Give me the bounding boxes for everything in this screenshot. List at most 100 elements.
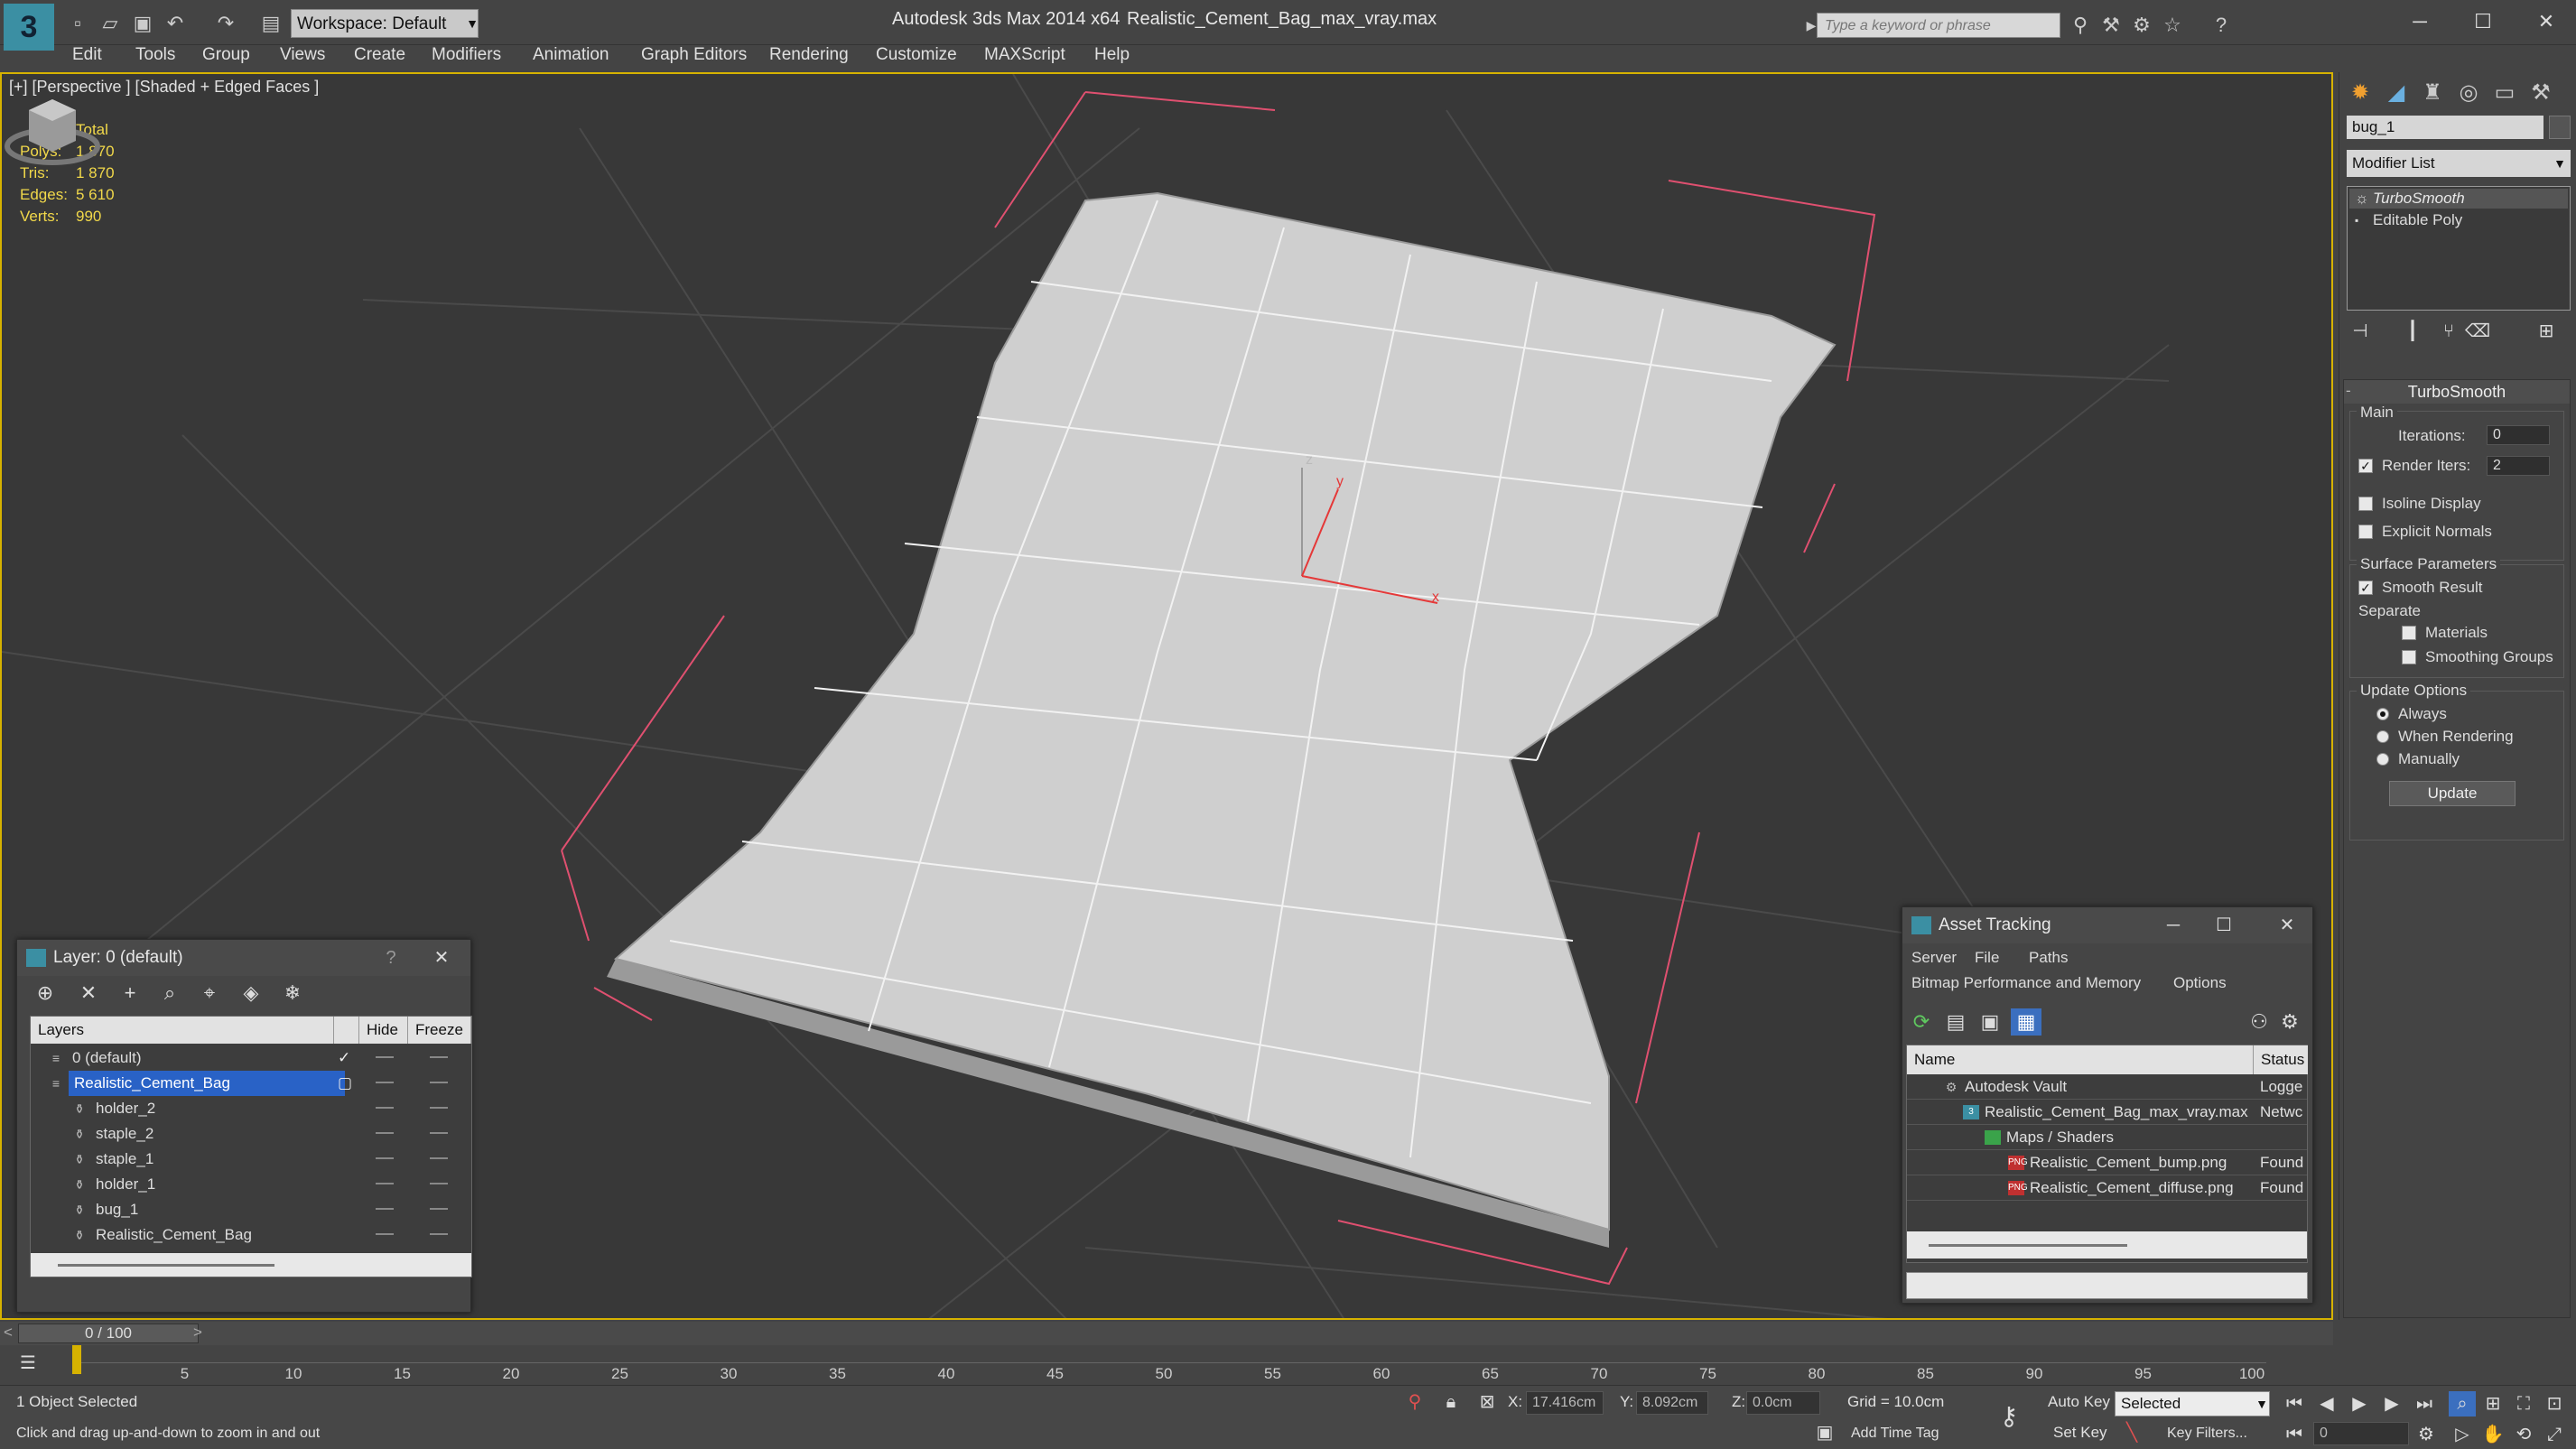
column-header-status[interactable]: Status — [2254, 1045, 2308, 1074]
layer-panel-titlebar[interactable]: Layer: 0 (default) ? ✕ — [17, 940, 470, 976]
isoline-display-checkbox[interactable] — [2358, 497, 2373, 511]
menu-graph-editors[interactable]: Graph Editors — [641, 45, 747, 65]
hide-toggle[interactable] — [376, 1082, 394, 1083]
favorites-star-icon[interactable]: ☆ — [2160, 13, 2185, 38]
play-icon[interactable]: ▶ — [2346, 1391, 2373, 1416]
scrollbar-thumb[interactable] — [1929, 1244, 2127, 1247]
update-button[interactable]: Update — [2389, 781, 2516, 806]
auto-key-button[interactable]: Auto Key — [2048, 1393, 2110, 1411]
close-icon[interactable]: ✕ — [2269, 913, 2305, 938]
zoom-extents-all-icon[interactable]: ⊡ — [2541, 1391, 2568, 1416]
select-objects-icon[interactable]: ⌕ — [154, 980, 185, 1007]
y-coordinate-field[interactable]: 8.092cm — [1636, 1391, 1708, 1415]
next-frame-icon[interactable]: ▶ — [2378, 1391, 2405, 1416]
x-coordinate-field[interactable]: 17.416cm — [1526, 1391, 1604, 1415]
freeze-toggle[interactable] — [430, 1082, 448, 1083]
menu-edit[interactable]: Edit — [72, 45, 102, 65]
previous-frame-icon[interactable]: ◀ — [2313, 1391, 2340, 1416]
update-when-rendering-radio[interactable] — [2376, 730, 2389, 743]
freeze-toggle[interactable] — [430, 1132, 448, 1134]
undo-icon[interactable]: ↶ — [163, 11, 188, 36]
menu-animation[interactable]: Animation — [533, 45, 609, 65]
key-mode-toggle-icon[interactable]: ⏮ — [2281, 1422, 2308, 1447]
current-layer-check-icon[interactable]: ✓ — [338, 1045, 350, 1071]
utilities-tab-icon[interactable]: ⚒ — [2524, 78, 2558, 108]
hide-toggle[interactable] — [376, 1233, 394, 1235]
asset-path-field[interactable] — [1906, 1272, 2308, 1299]
orbit-icon[interactable]: ⟲ — [2510, 1422, 2537, 1447]
isolate-pin-icon[interactable]: ⚲ — [1401, 1389, 1428, 1415]
asset-row[interactable]: Maps / Shaders — [1907, 1125, 2307, 1150]
communication-icon[interactable]: ⚙ — [2129, 13, 2154, 38]
chevron-left-icon[interactable]: < — [4, 1324, 13, 1342]
expand-plus-icon[interactable]: ▪ — [2355, 210, 2358, 230]
pin-stack-icon[interactable]: ⊣ — [2347, 320, 2374, 343]
freeze-all-layers-icon[interactable]: ❄ — [277, 980, 308, 1007]
minimize-icon[interactable]: ─ — [2395, 4, 2445, 40]
hide-toggle[interactable] — [376, 1132, 394, 1134]
menu-group[interactable]: Group — [202, 45, 250, 65]
make-unique-icon[interactable]: ⑂ — [2435, 320, 2462, 343]
object-color-swatch[interactable] — [2549, 116, 2571, 139]
render-iters-spinner[interactable]: 2 — [2487, 456, 2550, 476]
menu-bitmap-performance[interactable]: Bitmap Performance and Memory — [1911, 974, 2141, 992]
lightbulb-icon[interactable]: ☼ — [2355, 189, 2369, 209]
horizontal-scrollbar[interactable] — [1907, 1231, 2307, 1259]
remove-modifier-icon[interactable]: ⌫ — [2464, 320, 2491, 343]
horizontal-scrollbar[interactable] — [31, 1253, 471, 1277]
key-filters-button[interactable]: Key Filters... — [2167, 1426, 2247, 1442]
search-input[interactable]: Type a keyword or phrase — [1817, 13, 2060, 38]
add-time-tag[interactable]: Add Time Tag — [1851, 1426, 1939, 1442]
time-config-icon[interactable]: ⚙ — [2413, 1422, 2440, 1447]
hierarchy-tab-icon[interactable]: ♜ — [2415, 78, 2450, 108]
freeze-toggle[interactable] — [430, 1107, 448, 1109]
layer-row[interactable]: ⚱ holder_2 — [31, 1096, 471, 1121]
menu-customize[interactable]: Customize — [876, 45, 957, 65]
layer-row[interactable]: ⚱ bug_1 — [31, 1197, 471, 1222]
freeze-toggle[interactable] — [430, 1157, 448, 1159]
go-to-end-icon[interactable]: ⏭ — [2411, 1391, 2438, 1416]
zoom-all-icon[interactable]: ⊞ — [2479, 1391, 2506, 1416]
configure-sets-icon[interactable]: ⊞ — [2533, 320, 2560, 343]
asset-row[interactable]: PNG Realistic_Cement_bump.png Found — [1907, 1150, 2307, 1175]
motion-tab-icon[interactable]: ◎ — [2451, 78, 2486, 108]
column-header-hide[interactable]: Hide — [359, 1017, 408, 1044]
chevron-down-icon[interactable]: ▼ — [2248, 1391, 2275, 1416]
time-slider-thumb[interactable]: 0 / 100 — [18, 1324, 199, 1343]
delete-layer-icon[interactable]: ✕ — [73, 980, 104, 1007]
zoom-extents-icon[interactable]: ⛶ — [2510, 1391, 2537, 1416]
menu-help[interactable]: Help — [1094, 45, 1130, 65]
modifier-list-dropdown[interactable]: Modifier List — [2347, 150, 2571, 177]
hide-toggle[interactable] — [376, 1056, 394, 1058]
layer-new-icon[interactable]: ⊕ — [30, 980, 60, 1007]
thumbnail-view-icon[interactable]: ▣ — [1975, 1008, 2005, 1036]
hide-toggle[interactable] — [376, 1157, 394, 1159]
key-mode-icon[interactable]: ╲ — [2118, 1420, 2145, 1445]
layer-row[interactable]: ⚱ staple_1 — [31, 1147, 471, 1172]
update-manually-radio[interactable] — [2376, 753, 2389, 766]
menu-tools[interactable]: Tools — [135, 45, 175, 65]
table-view-icon[interactable]: ▦ — [2011, 1008, 2041, 1036]
asset-panel-titlebar[interactable]: Asset Tracking ─ ☐ ✕ — [1902, 907, 2312, 943]
minimize-icon[interactable]: ─ — [2155, 913, 2191, 938]
open-file-icon[interactable]: ▱ — [98, 11, 123, 36]
chevron-down-icon[interactable]: ▼ — [2549, 150, 2571, 177]
new-file-icon[interactable]: ▫ — [65, 11, 90, 36]
show-end-result-icon[interactable]: ┃ — [2399, 320, 2426, 343]
menu-server[interactable]: Server — [1911, 949, 1957, 967]
close-icon[interactable]: ✕ — [2521, 4, 2571, 40]
track-bar[interactable]: ☰ 5 10 15 20 25 30 35 40 45 50 55 60 65 70 75 80 85 90 95 1… — [0, 1345, 2333, 1383]
add-to-layer-icon[interactable]: + — [115, 980, 145, 1007]
absolute-mode-icon[interactable]: ⊠ — [1474, 1389, 1501, 1415]
z-coordinate-field[interactable]: 0.0cm — [1746, 1391, 1820, 1415]
asset-row[interactable]: ⚙ Autodesk Vault Logge — [1907, 1074, 2307, 1100]
explicit-normals-checkbox[interactable] — [2358, 525, 2373, 539]
modify-tab-icon[interactable]: ◢ — [2379, 78, 2413, 108]
vault-settings-icon[interactable]: ⚙ — [2274, 1008, 2305, 1036]
scrollbar-thumb[interactable] — [58, 1264, 274, 1267]
menu-maxscript[interactable]: MAXScript — [984, 45, 1065, 65]
menu-views[interactable]: Views — [280, 45, 325, 65]
iterations-spinner[interactable]: 0 — [2487, 425, 2550, 445]
field-of-view-icon[interactable]: ▷ — [2449, 1422, 2476, 1447]
menu-file[interactable]: File — [1975, 949, 1999, 967]
